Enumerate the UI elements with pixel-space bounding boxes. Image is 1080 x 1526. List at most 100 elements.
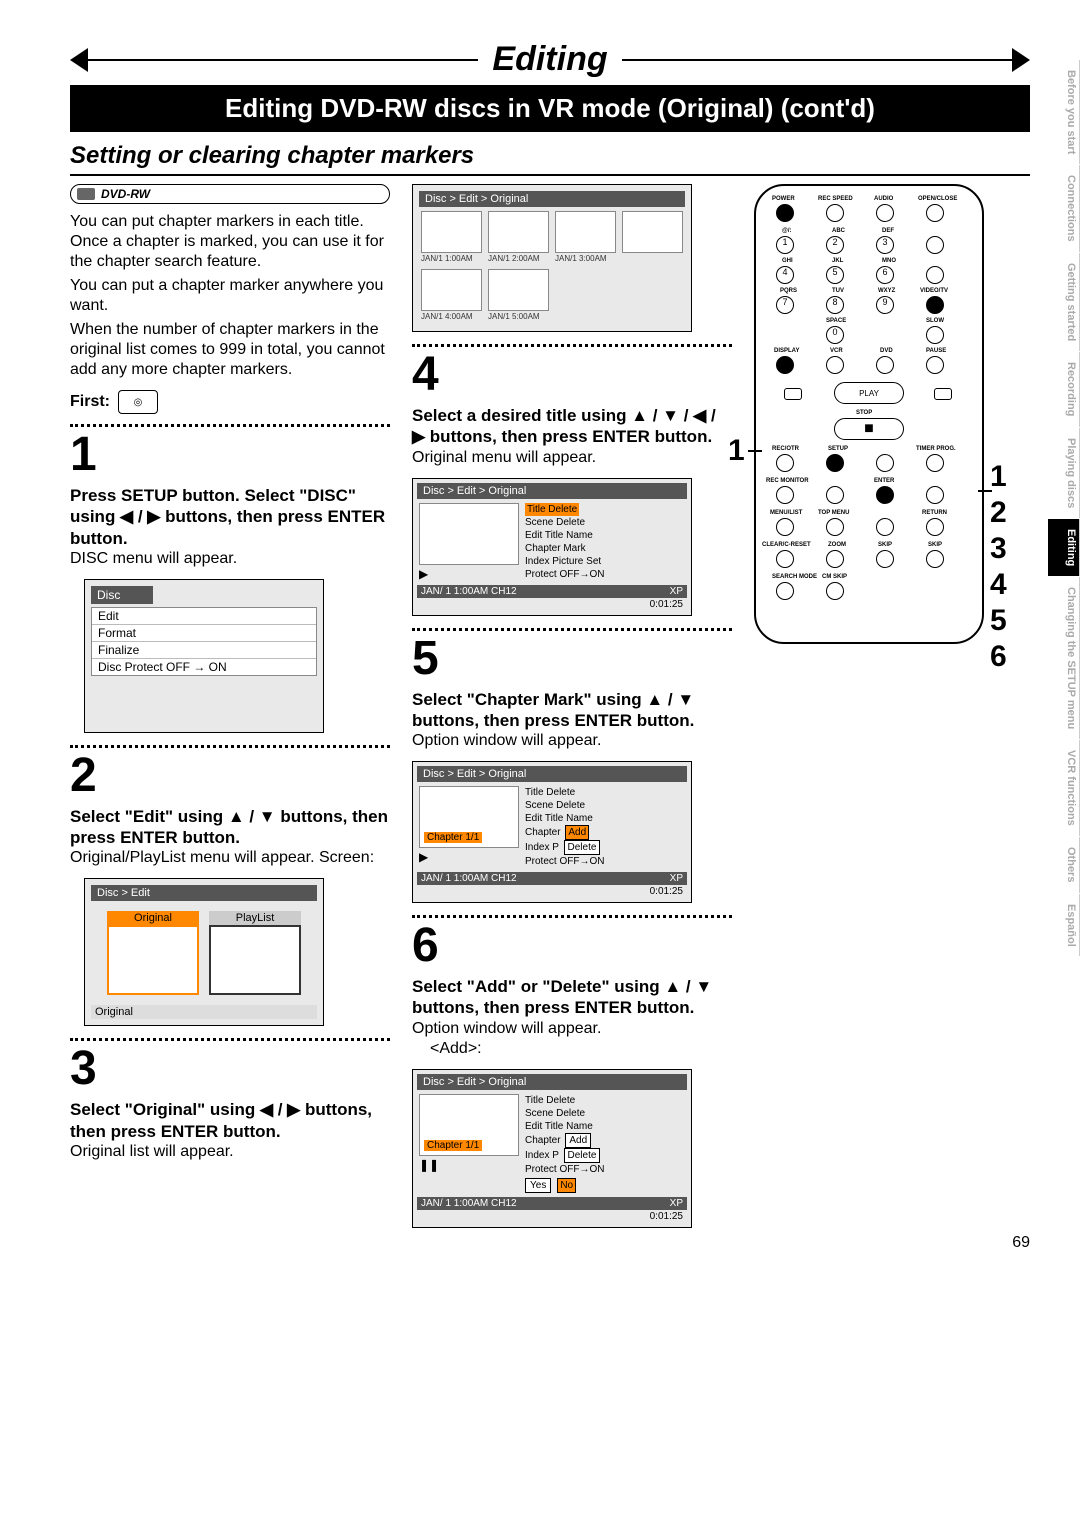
menu-item: Scene Delete xyxy=(525,516,685,529)
dot-rule xyxy=(412,915,732,918)
menu-item: Protect OFF→ON xyxy=(525,568,685,581)
timecode: 0:01:25 xyxy=(417,885,687,898)
tab-others[interactable]: Others xyxy=(1048,837,1080,892)
key-1-button[interactable]: 1 xyxy=(776,236,794,254)
up-button[interactable] xyxy=(876,454,894,472)
remote-label: DISPLAY xyxy=(774,348,799,354)
tab-getting-started[interactable]: Getting started xyxy=(1048,253,1080,351)
key-2-button[interactable]: 2 xyxy=(826,236,844,254)
key-9-button[interactable]: 9 xyxy=(876,296,894,314)
thumb-cap: JAN/1 3:00AM xyxy=(555,254,616,263)
power-button[interactable] xyxy=(776,204,794,222)
section-tabs: Before you startConnectionsGetting start… xyxy=(1048,60,1080,956)
submenu-delete: Delete xyxy=(564,1148,601,1163)
step-2-bold: Select "Edit" using ▲ / ▼ buttons, then … xyxy=(70,806,390,849)
remote-label: SLOW xyxy=(926,318,944,324)
skip-fwd-button[interactable] xyxy=(926,550,944,568)
enter-button[interactable] xyxy=(876,486,894,504)
clear-button[interactable] xyxy=(776,550,794,568)
thumbnail-icon xyxy=(555,211,616,253)
tab-playing-discs[interactable]: Playing discs xyxy=(1048,428,1080,518)
skip-back-button[interactable] xyxy=(876,550,894,568)
submenu-add: Add xyxy=(565,1133,591,1148)
edit-menu: Title Delete Scene Delete Edit Title Nam… xyxy=(525,786,685,868)
dvd-button[interactable] xyxy=(876,356,894,374)
foot-right: XP xyxy=(670,586,683,597)
intro-p2: You can put a chapter marker anywhere yo… xyxy=(70,276,390,316)
title-detail-screen-1: Disc > Edit > Original ▶ Title Delete Sc… xyxy=(412,478,692,616)
open-close-button[interactable] xyxy=(926,204,944,222)
cm-skip-button[interactable] xyxy=(826,582,844,600)
left-button[interactable] xyxy=(826,486,844,504)
key-4-button[interactable]: 4 xyxy=(776,266,794,284)
search-mode-button[interactable] xyxy=(776,582,794,600)
chapter-chip: Chapter 1/1 xyxy=(424,1140,482,1151)
video-tv-button[interactable] xyxy=(926,296,944,314)
play-button[interactable]: PLAY xyxy=(834,382,904,404)
tab-recording[interactable]: Recording xyxy=(1048,352,1080,426)
first-label: First: xyxy=(70,393,110,411)
disc-icon: ◎ xyxy=(118,390,158,414)
foot-right: XP xyxy=(670,873,683,884)
step-6-number: 6 xyxy=(412,922,732,970)
tab-editing[interactable]: Editing xyxy=(1048,519,1080,576)
ch-down-button[interactable] xyxy=(926,266,944,284)
setup-button[interactable] xyxy=(826,454,844,472)
menu-item: Scene Delete xyxy=(525,1107,685,1120)
key-0-button[interactable]: 0 xyxy=(826,326,844,344)
step-2-note: Original/PlayList menu will appear. Scre… xyxy=(70,848,390,868)
zoom-button[interactable] xyxy=(826,550,844,568)
pause-button[interactable] xyxy=(926,356,944,374)
remote-label: RETURN xyxy=(922,510,947,516)
remote-label: TUV xyxy=(832,288,844,294)
down-button[interactable] xyxy=(876,518,894,536)
dvd-rw-badge: DVD-RW xyxy=(70,184,390,204)
return-button[interactable] xyxy=(926,518,944,536)
vcr-button[interactable] xyxy=(826,356,844,374)
remote-label: TOP MENU xyxy=(818,510,849,516)
remote-label: SETUP xyxy=(828,446,848,452)
remote-label: REC SPEED xyxy=(818,196,853,202)
key-8-button[interactable]: 8 xyxy=(826,296,844,314)
key-3-button[interactable]: 3 xyxy=(876,236,894,254)
tab-espa-ol[interactable]: Español xyxy=(1048,894,1080,957)
step-1-bold: Press SETUP button. Select "DISC" using … xyxy=(70,485,390,549)
tab-before-you-start[interactable]: Before you start xyxy=(1048,60,1080,164)
audio-button[interactable] xyxy=(876,204,894,222)
timer-button[interactable] xyxy=(926,454,944,472)
slow-button[interactable] xyxy=(926,326,944,344)
tab-vcr-functions[interactable]: VCR functions xyxy=(1048,740,1080,836)
tab-changing-the-setup-menu[interactable]: Changing the SETUP menu xyxy=(1048,577,1080,739)
key-6-button[interactable]: 6 xyxy=(876,266,894,284)
edit-menu: Title Delete Scene Delete Edit Title Nam… xyxy=(525,503,685,581)
display-button[interactable] xyxy=(776,356,794,374)
menu-list-button[interactable] xyxy=(776,518,794,536)
thumb-cap: JAN/1 1:00AM xyxy=(421,254,482,263)
next-button[interactable] xyxy=(934,388,952,400)
rec-speed-button[interactable] xyxy=(826,204,844,222)
thumbnail-icon: Chapter 1/1 xyxy=(419,1094,519,1156)
menu-item: Scene Delete xyxy=(525,799,685,812)
remote-label: POWER xyxy=(772,196,795,202)
header-line xyxy=(84,59,478,61)
remote-label: STOP xyxy=(856,410,872,416)
title-detail-screen-3: Disc > Edit > Original Chapter 1/1 ❚❚ Ti… xyxy=(412,1069,692,1228)
rec-monitor-button[interactable] xyxy=(776,486,794,504)
stop-button[interactable]: ■ xyxy=(834,418,904,440)
dot-rule xyxy=(70,1038,390,1041)
top-menu-button[interactable] xyxy=(826,518,844,536)
rec-button[interactable] xyxy=(776,454,794,472)
thumbnail-icon xyxy=(488,211,549,253)
yes-option: Yes xyxy=(525,1178,551,1193)
step-2-number: 2 xyxy=(70,752,390,800)
ch-up-button[interactable] xyxy=(926,236,944,254)
remote-label: @/: xyxy=(782,228,792,234)
key-7-button[interactable]: 7 xyxy=(776,296,794,314)
key-5-button[interactable]: 5 xyxy=(826,266,844,284)
prev-button[interactable] xyxy=(784,388,802,400)
remote-label: OPEN/CLOSE xyxy=(918,196,957,202)
breadcrumb-bar: Disc > Edit xyxy=(91,885,317,901)
tab-connections[interactable]: Connections xyxy=(1048,165,1080,252)
right-button[interactable] xyxy=(926,486,944,504)
dot-rule xyxy=(412,344,732,347)
